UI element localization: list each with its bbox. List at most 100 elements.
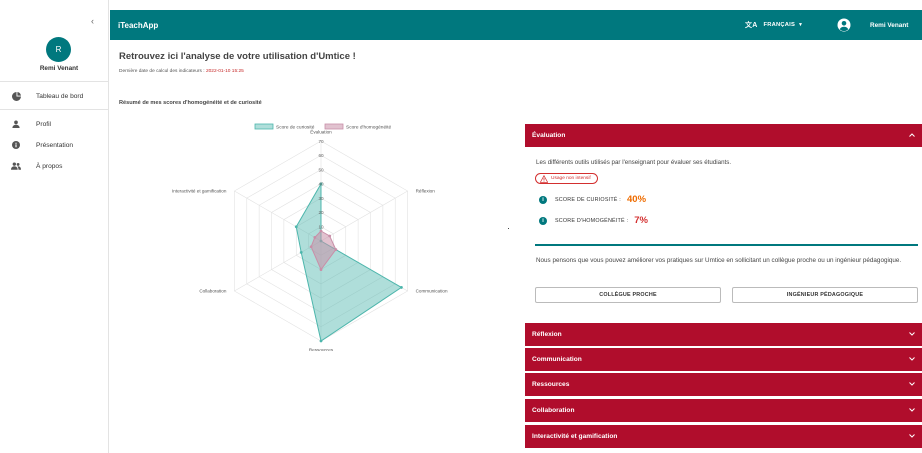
accordion-communication[interactable]: Communication xyxy=(525,348,922,371)
calc-date-label: Dernière date de calcul des indicateurs … xyxy=(119,69,206,74)
badge-label: Usage non intensif xyxy=(551,176,591,181)
header-user-name[interactable]: Remi Venant xyxy=(870,10,908,40)
chevron-down-icon xyxy=(909,357,915,361)
axis-label: Communication xyxy=(416,289,448,294)
accordion-title: Interactivité et gamification xyxy=(532,433,618,440)
series-point xyxy=(319,229,323,233)
legend-swatch xyxy=(324,123,344,130)
series-point xyxy=(328,234,332,238)
accordion-header-reflexion[interactable]: Réflexion xyxy=(525,323,922,346)
summary-title: Résumé de mes scores d'homogénéité et de… xyxy=(119,100,262,106)
accordion-interactivite[interactable]: Interactivité et gamification xyxy=(525,425,922,448)
accordion-title: Réflexion xyxy=(532,331,562,338)
axis-label: Réflexion xyxy=(416,189,436,194)
collapse-sidebar-icon[interactable]: ‹ xyxy=(91,16,94,26)
sidebar-item-apropos[interactable]: À propos xyxy=(0,157,109,175)
info-icon[interactable]: i xyxy=(539,195,547,204)
tick-label: 50 xyxy=(318,167,324,172)
warning-icon xyxy=(540,174,548,183)
app-header: iTeachApp 文A FRANÇAIS ▼ Remi Venant xyxy=(110,10,922,40)
page-title: Retrouvez ici l'analyse de votre utilisa… xyxy=(119,51,356,62)
language-selector[interactable]: 文A FRANÇAIS ▼ xyxy=(745,10,803,40)
status-badge: Usage non intensif xyxy=(535,173,598,184)
calc-date-value: 2022-01-10 15:25 xyxy=(205,69,244,74)
tick-label: 20 xyxy=(318,210,324,215)
tick-label: 10 xyxy=(318,225,324,230)
engineer-button[interactable]: INGÉNIEUR PÉDAGOGIQUE xyxy=(732,287,918,303)
legend-swatch xyxy=(254,123,274,130)
tick-label: 30 xyxy=(318,196,324,201)
info-icon[interactable]: i xyxy=(539,216,547,225)
accordion-ressources[interactable]: Ressources xyxy=(525,373,922,396)
person-icon xyxy=(11,119,21,129)
chevron-down-icon xyxy=(909,434,915,438)
accordion-evaluation[interactable]: Évaluation xyxy=(525,124,922,147)
chevron-down-icon xyxy=(909,408,915,412)
people-icon xyxy=(11,161,21,171)
accordion-header-ressources[interactable]: Ressources xyxy=(525,373,922,396)
sidebar-user-name: Remi Venant xyxy=(39,65,79,72)
account-circle-icon[interactable] xyxy=(837,18,851,32)
radar-chart-svg: 70605040302010ÉvaluationRéflexionCommuni… xyxy=(172,123,448,353)
sidebar-item-label: Présentation xyxy=(36,141,74,149)
homogeneity-score-row: i SCORE D'HOMOGÉNÉITÉ : 7% xyxy=(539,215,648,226)
series-point xyxy=(319,339,323,343)
accordion-header-evaluation[interactable]: Évaluation xyxy=(525,124,922,147)
accordion-title: Ressources xyxy=(532,381,570,388)
series-area xyxy=(295,181,403,342)
last-calc-date: Dernière date de calcul des indicateurs … xyxy=(119,69,244,74)
app-title: iTeachApp xyxy=(118,20,159,30)
radar-chart: 70 60 50 40 30 20 10 Évaluation Réflexion Communi… xyxy=(165,121,485,353)
series-point xyxy=(294,225,298,229)
advice-text: Nous pensons que vous pouvez améliorer v… xyxy=(536,257,902,264)
legend-label: Score d'homogénéité xyxy=(346,124,392,130)
tick-label: 70 xyxy=(318,139,324,144)
sidebar-item-label: Tableau de bord xyxy=(36,92,84,100)
series-point xyxy=(400,286,403,289)
dropdown-arrow-icon: ▼ xyxy=(798,22,804,28)
axis-label: Ressources xyxy=(309,348,334,351)
accordion-collaboration[interactable]: Collaboration xyxy=(525,399,922,422)
chevron-up-icon xyxy=(909,133,915,137)
accordion-header-collaboration[interactable]: Collaboration xyxy=(525,399,922,422)
series-point xyxy=(319,268,323,271)
translate-icon: 文A xyxy=(745,22,758,29)
tick-label: 40 xyxy=(318,182,324,187)
tick-label: 60 xyxy=(318,153,324,158)
accordion-title: Évaluation xyxy=(532,132,566,139)
dashboard-icon xyxy=(11,91,21,101)
info-icon xyxy=(11,140,21,150)
divider xyxy=(535,244,918,246)
homogeneity-score-value: 7% xyxy=(634,215,648,226)
sidebar-item-dashboard[interactable]: Tableau de bord xyxy=(0,87,109,105)
accordion-reflexion[interactable]: Réflexion xyxy=(525,323,922,346)
accordion-body-evaluation: Les différents outils utilisés par l'ens… xyxy=(525,147,922,312)
divider xyxy=(0,109,109,110)
grid-spoke xyxy=(320,190,408,242)
colleague-button[interactable]: COLLÈGUE PROCHE xyxy=(535,287,721,303)
series-point xyxy=(313,236,317,239)
curiosity-score-label: SCORE DE CURIOSITÉ : xyxy=(555,196,622,203)
dot xyxy=(508,228,509,229)
curiosity-score-row: i SCORE DE CURIOSITÉ : 40% xyxy=(539,194,646,205)
series-point xyxy=(334,248,338,251)
evaluation-description: Les différents outils utilisés par l'ens… xyxy=(536,159,732,166)
accordion-header-interactivite[interactable]: Interactivité et gamification xyxy=(525,425,922,448)
series-point xyxy=(309,245,313,249)
accordion-title: Communication xyxy=(532,356,582,363)
axis-label: Collaboration xyxy=(199,289,227,294)
homogeneity-score-label: SCORE D'HOMOGÉNÉITÉ : xyxy=(555,217,629,224)
sidebar: ‹ R Remi Venant Tableau de bord Profil P… xyxy=(0,0,109,453)
avatar: R xyxy=(46,37,71,62)
sidebar-item-label: Profil xyxy=(36,120,52,128)
sidebar-item-presentation[interactable]: Présentation xyxy=(0,136,109,154)
accordion-title: Collaboration xyxy=(532,407,575,414)
series-point xyxy=(299,251,303,254)
axis-label: Interactivité et gamification xyxy=(172,189,227,194)
sidebar-item-profil[interactable]: Profil xyxy=(0,115,109,133)
language-label: FRANÇAIS xyxy=(763,22,796,28)
chevron-down-icon xyxy=(909,332,915,336)
legend-label: Score de curiosité xyxy=(276,124,315,130)
chevron-down-icon xyxy=(909,382,915,386)
accordion-header-communication[interactable]: Communication xyxy=(525,348,922,371)
